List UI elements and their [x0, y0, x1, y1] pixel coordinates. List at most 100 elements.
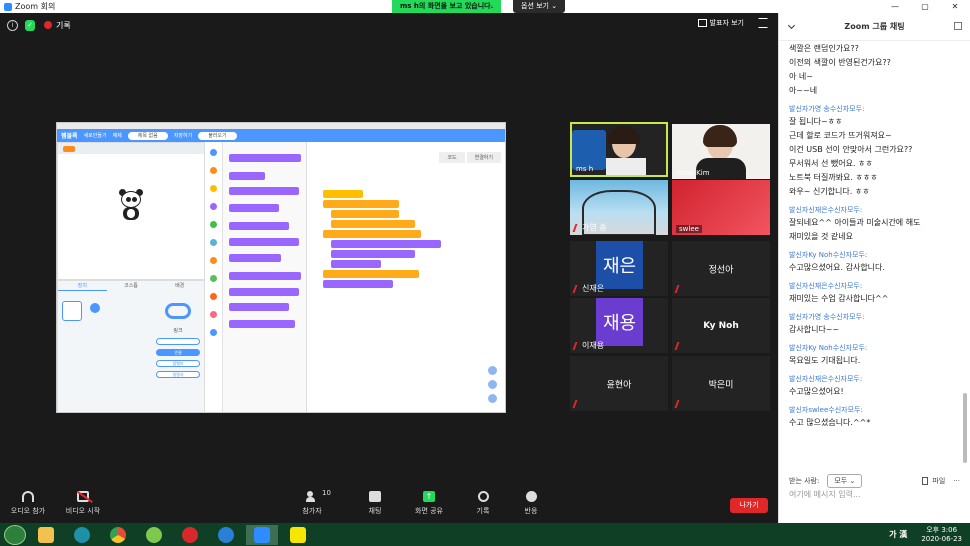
- more-options-button[interactable]: ···: [953, 477, 960, 485]
- chat-message: 목요일도 기대됩니다.: [789, 356, 861, 365]
- chat-message: 근데 할로 코드가 뜨거워져요~: [789, 131, 892, 140]
- sprite-thumbnail: [62, 301, 82, 321]
- shared-tab: 배경: [175, 283, 185, 289]
- close-button[interactable]: ✕: [940, 0, 970, 13]
- video-off-icon: [77, 491, 93, 503]
- video-tile[interactable]: swlee: [672, 180, 770, 235]
- start-button[interactable]: [4, 524, 26, 545]
- chat-button[interactable]: 채팅: [350, 491, 400, 516]
- workspace-tab: 연결하기: [466, 152, 501, 163]
- link-button: 연결: [156, 349, 200, 356]
- chevron-down-icon[interactable]: [787, 21, 796, 30]
- info-icon[interactable]: i: [7, 19, 18, 31]
- shared-tab: 장치: [58, 281, 107, 291]
- video-tile[interactable]: Anna Kim: [672, 124, 770, 179]
- taskbar-kakaotalk[interactable]: [282, 525, 314, 545]
- code-workspace: 코드 연결하기: [307, 142, 505, 412]
- shared-menu-item: 불러오기: [198, 131, 237, 140]
- shared-menu-item: 예제: [112, 133, 122, 139]
- shared-stage: [57, 142, 205, 280]
- taskbar-folder[interactable]: [30, 525, 62, 545]
- recipient-dropdown[interactable]: 모두 ⌄: [827, 474, 863, 488]
- muted-mic-icon: [674, 285, 684, 293]
- taskbar-ez[interactable]: [174, 525, 206, 545]
- chat-message: 색깔은 랜덤인가요??: [789, 44, 859, 53]
- chat-message-input[interactable]: 여기에 메시지 입력...: [789, 489, 861, 500]
- share-screen-icon: ↑: [423, 491, 435, 502]
- taskbar-media-player[interactable]: [66, 525, 98, 545]
- smiley-icon: [525, 491, 537, 502]
- chat-title: Zoom 그룹 채팅: [844, 22, 905, 31]
- taskbar-zoom[interactable]: [246, 524, 278, 545]
- video-tile[interactable]: 윤현아: [570, 356, 668, 411]
- participant-name: 신재은: [582, 284, 605, 293]
- chat-message: 감사합니다~~: [789, 325, 840, 334]
- taskbar-chrome[interactable]: [102, 525, 134, 545]
- chat-message: 재미있는 수업 감사합니다^^: [789, 294, 889, 303]
- start-video-label: 비디오 시작: [65, 507, 101, 515]
- speaker-view-button[interactable]: 발표자 보기: [697, 18, 744, 28]
- share-screen-button[interactable]: ↑ 화면 공유: [404, 491, 454, 516]
- zoom-icon: [254, 526, 270, 543]
- green-flag-icon: [63, 145, 75, 152]
- meeting-top-strip: i ✓ 기록 발표자 보기: [0, 13, 778, 37]
- kakaotalk-icon: [290, 526, 306, 543]
- chat-sender: 발신자Ky Noh수신자모두:: [789, 344, 868, 352]
- popout-icon[interactable]: [954, 22, 962, 30]
- reactions-label: 반응: [524, 507, 538, 515]
- link-button: 설명서: [156, 371, 200, 378]
- shield-icon[interactable]: ✓: [25, 19, 35, 31]
- video-tile[interactable]: 재용 이재용: [570, 298, 668, 353]
- share-screen-label: 화면 공유: [415, 507, 443, 515]
- video-tile[interactable]: 가영 송: [570, 180, 668, 235]
- shared-project-name: 제목 없음: [127, 131, 168, 140]
- view-options-button[interactable]: 옵션 보기 ⌄: [513, 0, 566, 13]
- video-tile[interactable]: 박은미: [672, 356, 770, 411]
- media-player-icon: [74, 526, 90, 543]
- muted-mic-icon: [572, 285, 582, 293]
- start-video-button[interactable]: 비디오 시작: [58, 491, 108, 516]
- participant-name: ms h: [576, 165, 594, 173]
- shared-app-menubar: 햄블록 새로만들기 예제 제목 없음 저장하기 불러오기: [57, 129, 505, 142]
- file-icon: [922, 477, 929, 485]
- shared-app-brand: 햄블록: [61, 133, 78, 140]
- avatar: 재용: [596, 298, 643, 346]
- folder-icon: [38, 526, 54, 543]
- restore-button[interactable]: ▢: [910, 0, 940, 13]
- join-audio-button[interactable]: 오디오 참가: [3, 491, 53, 516]
- taskbar-ie[interactable]: [210, 525, 242, 545]
- video-tile[interactable]: 재은 신재은: [570, 241, 668, 296]
- video-tile[interactable]: 정선아: [672, 241, 770, 296]
- block-palette: [223, 142, 307, 412]
- shared-sprite-area: 장치 코스튬 배경 링크 연결 펌웨어 설명서: [57, 280, 205, 412]
- chat-sender: 발신자신재은수신자모두:: [789, 282, 863, 290]
- file-label: 파일: [932, 477, 946, 485]
- taskbar-paint[interactable]: [138, 525, 170, 545]
- participants-icon: 10: [306, 489, 331, 502]
- ime-indicator[interactable]: 가 漢: [889, 529, 907, 540]
- chat-sender: 발신자신재은수신자모두:: [789, 206, 863, 214]
- clock[interactable]: 오후 3:06 2020-06-23: [921, 526, 962, 544]
- chat-message: 잘되네요^^ 아이들과 미술시간에 해도: [789, 218, 921, 227]
- shared-menu-item: 새로만들기: [83, 133, 107, 139]
- file-button[interactable]: 파일: [922, 476, 945, 486]
- record-button[interactable]: 기록: [458, 491, 508, 516]
- participant-name: 윤현아: [606, 380, 632, 390]
- minimize-button[interactable]: —: [880, 0, 910, 13]
- video-tile[interactable]: ms h: [570, 122, 668, 177]
- participants-button[interactable]: 10 참가자: [287, 489, 337, 516]
- participant-name: 이재용: [582, 341, 605, 350]
- chat-scrollbar[interactable]: [963, 393, 967, 463]
- meeting-toolbar: 오디오 참가 비디오 시작 10 참가자 채팅 ↑ 화면 공유 기록 반응 나가…: [0, 487, 778, 523]
- panda-sprite: [118, 189, 144, 221]
- chat-message: 수고많으셨어요. 감사합니다.: [789, 263, 885, 272]
- reactions-button[interactable]: 반응: [506, 491, 556, 516]
- video-tile[interactable]: Ky Noh: [672, 298, 770, 353]
- participant-name: 정선아: [708, 265, 734, 275]
- leave-button[interactable]: 나가기: [730, 498, 768, 513]
- chrome-icon: [110, 526, 126, 543]
- chat-message: 아~~네: [789, 86, 818, 95]
- chat-sender: 발신자신재은수신자모두:: [789, 375, 863, 383]
- muted-mic-icon: [572, 400, 582, 408]
- fullscreen-icon[interactable]: [758, 18, 768, 28]
